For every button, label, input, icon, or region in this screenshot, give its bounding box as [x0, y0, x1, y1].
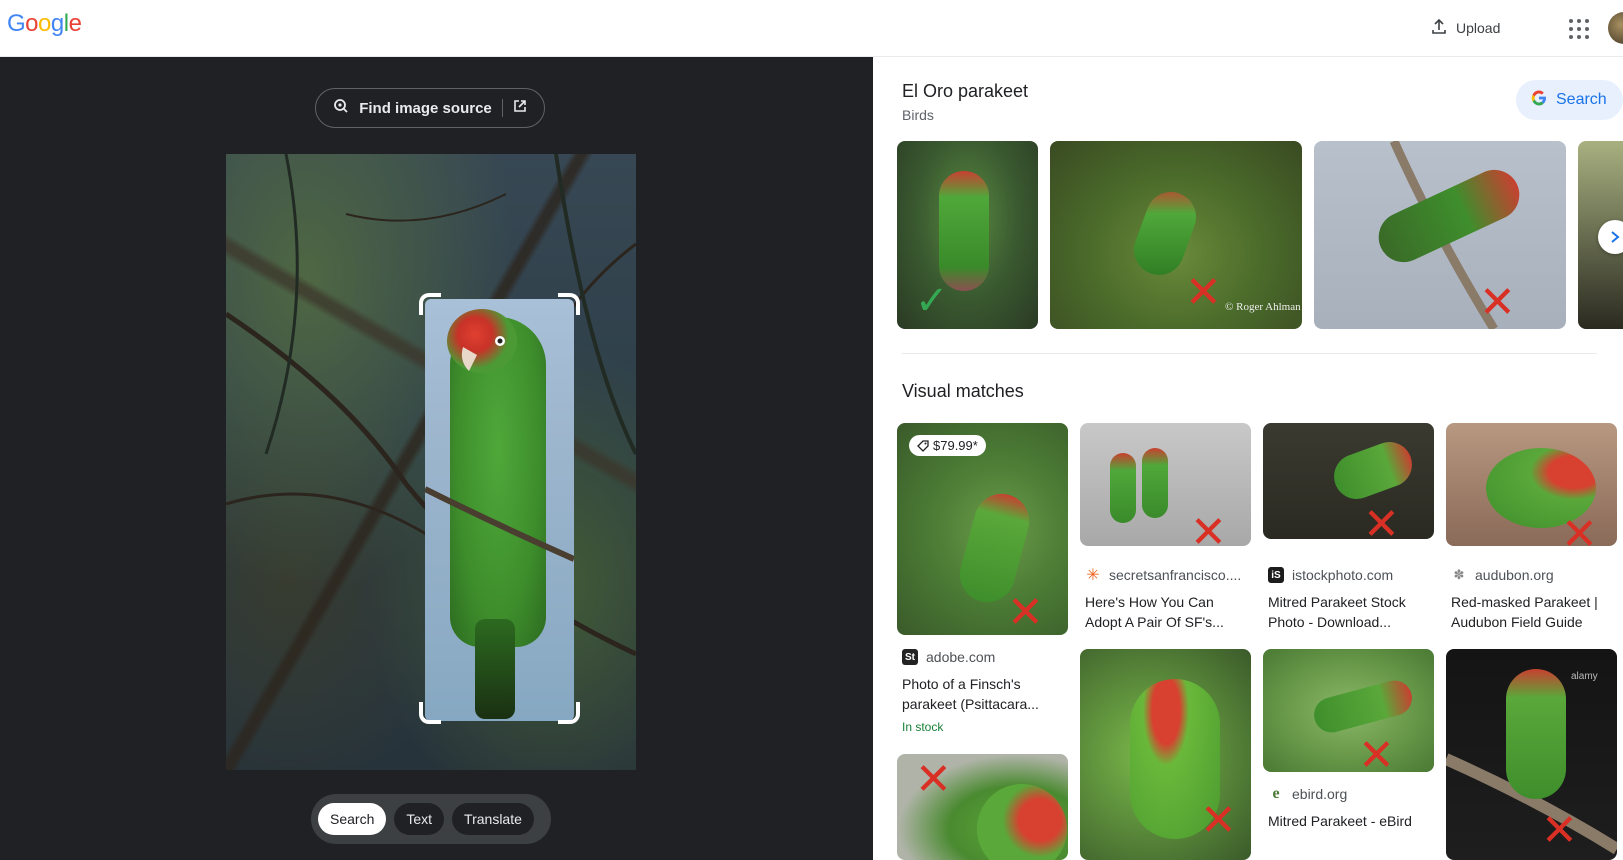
mode-text-tab[interactable]: Text — [394, 803, 445, 835]
match-source[interactable]: iS istockphoto.com — [1268, 567, 1393, 583]
crop-handle-top-left[interactable] — [419, 293, 441, 315]
top-bar: Google Upload — [0, 0, 1623, 57]
x-mark-icon: ✕ — [915, 755, 952, 804]
related-image[interactable]: ✕ — [1314, 141, 1566, 329]
mode-search-tab[interactable]: Search — [318, 803, 387, 835]
match-title[interactable]: Mitred Parakeet - eBird — [1268, 811, 1433, 831]
match-title[interactable]: Photo of a Finsch's parakeet (Psittacara… — [902, 674, 1067, 714]
x-mark-icon: ✕ — [1561, 510, 1598, 547]
results-pane: El Oro parakeet Birds Search ✓ ✕ © Roger… — [873, 57, 1623, 860]
tag-icon — [917, 439, 929, 452]
match-source[interactable]: St adobe.com — [902, 649, 995, 665]
crop-handle-bottom-right[interactable] — [558, 702, 580, 724]
visual-match-image[interactable]: $79.99* ✕ — [897, 423, 1068, 635]
related-image[interactable]: ✓ — [897, 141, 1038, 329]
visual-match-image[interactable]: ✕ — [897, 754, 1068, 860]
match-source[interactable]: e ebird.org — [1268, 785, 1348, 802]
divider — [501, 99, 503, 117]
adobe-favicon-icon: St — [902, 649, 918, 665]
visual-match-image[interactable]: ✕ — [1263, 423, 1434, 539]
x-mark-icon: ✕ — [1185, 268, 1222, 317]
source-label: adobe.com — [926, 649, 996, 665]
section-divider — [902, 353, 1597, 354]
upload-icon — [1430, 18, 1448, 39]
entity-search-button[interactable]: Search — [1516, 80, 1623, 120]
match-source[interactable]: ✽ audubon.org — [1451, 567, 1554, 583]
x-mark-icon: ✕ — [1007, 588, 1044, 635]
parrot-shape — [977, 784, 1067, 860]
match-title[interactable]: Mitred Parakeet Stock Photo - Download..… — [1268, 592, 1433, 632]
x-mark-icon: ✕ — [1363, 500, 1400, 540]
parrot-shape — [1506, 669, 1566, 799]
logo-letter: o — [38, 10, 51, 37]
parrot-shape — [1310, 676, 1416, 737]
find-image-source-label: Find image source — [359, 99, 492, 117]
match-title[interactable]: Here's How You Can Adopt A Pair Of SF's.… — [1085, 592, 1250, 632]
lens-mode-selector: Search Text Translate — [311, 794, 551, 844]
alamy-watermark: alamy — [1571, 671, 1598, 682]
visual-match-image[interactable]: alamy ✕ — [1446, 649, 1617, 860]
crop-handle-top-right[interactable] — [558, 293, 580, 315]
lens-search-icon — [333, 98, 349, 118]
logo-letter: g — [50, 10, 64, 37]
source-label: secretsanfrancisco.... — [1109, 567, 1242, 583]
source-label: ebird.org — [1292, 786, 1348, 802]
parrot-shape — [939, 171, 989, 291]
parrot-shape — [1142, 448, 1168, 518]
x-mark-icon: ✕ — [1190, 508, 1227, 547]
visual-match-image[interactable]: ✕ — [1446, 423, 1617, 546]
visual-match-image[interactable]: ✕ — [1080, 649, 1251, 860]
visual-match-image[interactable]: ✕ — [1263, 649, 1434, 772]
asterisk-favicon-icon: ✳ — [1086, 567, 1100, 584]
x-mark-icon: ✕ — [1541, 806, 1578, 855]
lens-image-pane: Find image source Search Text Translate — [0, 57, 873, 860]
x-mark-icon: ✕ — [1479, 278, 1516, 327]
match-title[interactable]: Red-masked Parakeet | Audubon Field Guid… — [1451, 592, 1616, 632]
entity-title[interactable]: El Oro parakeet — [902, 81, 1028, 102]
source-label: istockphoto.com — [1292, 567, 1394, 583]
x-mark-icon: ✕ — [1358, 731, 1395, 773]
query-image — [226, 154, 636, 770]
audubon-favicon-icon: ✽ — [1453, 567, 1465, 582]
logo-letter: e — [68, 10, 82, 37]
entity-subtitle: Birds — [902, 107, 934, 123]
price-label: $79.99* — [933, 438, 978, 453]
apps-grid-icon[interactable] — [1563, 14, 1591, 42]
crop-selection[interactable] — [425, 299, 574, 721]
chevron-right-icon — [1611, 231, 1620, 243]
source-label: audubon.org — [1475, 567, 1554, 583]
upload-label: Upload — [1456, 20, 1501, 36]
google-g-icon — [1530, 89, 1548, 112]
x-mark-icon: ✕ — [1200, 796, 1237, 845]
watermark: © Roger Ahlman — [1225, 301, 1301, 313]
logo-letter: o — [25, 10, 39, 37]
google-logo[interactable]: Google — [7, 10, 82, 38]
perch-branch — [425, 336, 574, 562]
crop-handle-bottom-left[interactable] — [419, 702, 441, 724]
check-mark-icon: ✓ — [915, 279, 949, 323]
ebird-favicon-icon: e — [1272, 785, 1280, 802]
parrot-shape — [1327, 435, 1419, 506]
open-external-icon — [513, 99, 527, 117]
related-image[interactable]: ✕ © Roger Ahlman — [1050, 141, 1302, 329]
visual-matches-heading: Visual matches — [902, 381, 1024, 401]
stock-status: In stock — [902, 720, 944, 734]
istock-favicon-icon: iS — [1268, 567, 1284, 583]
entity-search-label: Search — [1556, 91, 1607, 108]
mode-translate-tab[interactable]: Translate — [452, 803, 534, 835]
parrot-shape — [1110, 453, 1136, 523]
match-source[interactable]: ✳ secretsanfrancisco.... — [1085, 567, 1242, 584]
logo-letter: G — [7, 10, 26, 37]
upload-button[interactable]: Upload — [1430, 12, 1500, 44]
visual-match-image[interactable]: ✕ — [1080, 423, 1251, 546]
find-image-source-button[interactable]: Find image source — [315, 88, 545, 128]
price-badge: $79.99* — [909, 435, 986, 456]
avatar[interactable] — [1608, 12, 1623, 44]
